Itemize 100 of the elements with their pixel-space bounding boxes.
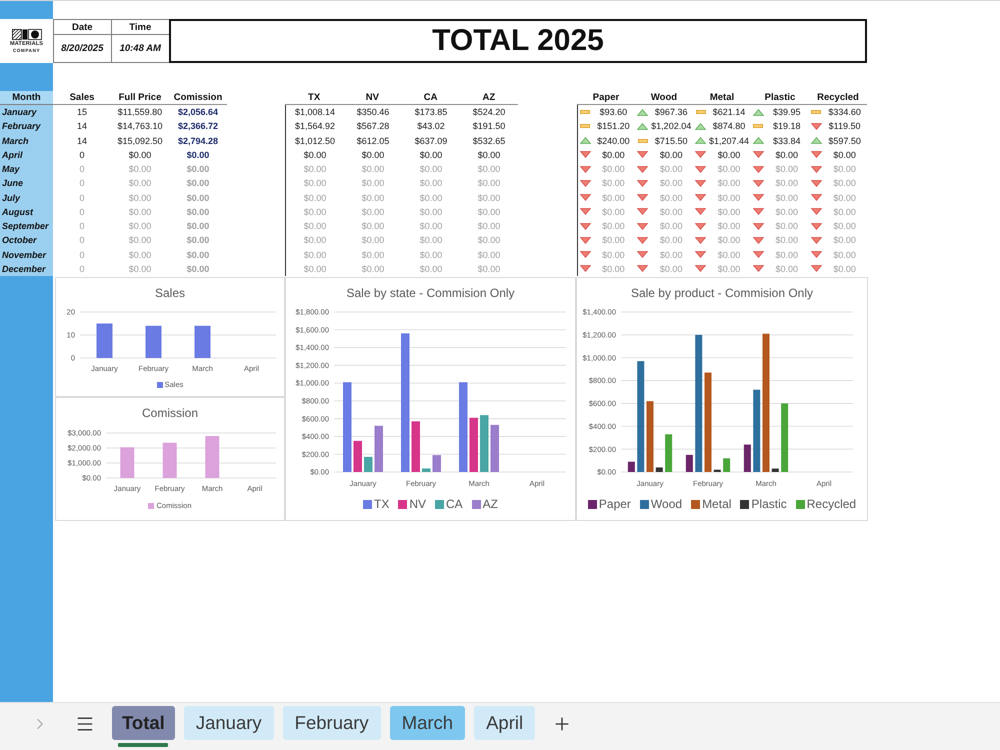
table-cell-text: $0.00 — [774, 178, 800, 188]
row-label: November — [0, 248, 53, 262]
sheet-tab[interactable]: Total — [112, 706, 175, 740]
table-cell-text: 14 — [76, 120, 88, 134]
table-cell-text: $0.00 — [774, 206, 800, 217]
row-label: December — [0, 262, 53, 276]
table-cell-text: $0.00 — [302, 206, 328, 219]
down-triangle-icon — [580, 180, 590, 187]
chart-bar — [781, 403, 788, 472]
down-triangle-icon — [580, 265, 590, 272]
table-cell-text: $0.00 — [601, 164, 626, 174]
table-cell-text: $0.00 — [601, 264, 626, 274]
column-header: Time — [112, 20, 169, 35]
table-cell-text: 0 — [78, 220, 86, 234]
table-cell-text: $0.00 — [658, 164, 684, 174]
up-triangle-icon — [810, 137, 822, 144]
chart-bar — [96, 324, 112, 358]
sheet-tab[interactable]: February — [282, 706, 381, 740]
table-cell-text: $0.00 — [418, 163, 444, 176]
table-cell-text: $0.00 — [601, 206, 626, 217]
down-triangle-icon — [637, 222, 648, 230]
table-cell-text: $0.00 — [128, 206, 152, 219]
row-label: March — [0, 134, 53, 148]
sheet-tab[interactable]: April — [474, 706, 536, 740]
table-cell-text: $151.20 — [596, 121, 631, 132]
down-triangle-icon — [580, 166, 590, 173]
up-triangle-icon — [752, 108, 764, 116]
table-cell-text: $0.00 — [658, 264, 684, 274]
table-cell-text: $0.00 — [360, 248, 386, 262]
chart-bar — [354, 440, 362, 472]
table-cell-text: $0.00 — [418, 192, 444, 205]
table-cell-text: $11,559.80 — [116, 106, 164, 120]
table-cell-text: $0.00 — [418, 177, 444, 190]
table-cell-text: $0.00 — [658, 192, 684, 203]
table-cell-text: $0.00 — [418, 206, 444, 219]
down-triangle-icon — [752, 151, 764, 158]
down-triangle-icon — [810, 236, 822, 244]
table-cell-text: $967.36 — [654, 107, 688, 118]
legend-label: Paper — [598, 497, 631, 512]
table-cell-text: $0.00 — [302, 220, 328, 234]
table-cell-text: 0 — [78, 206, 86, 219]
table-cell-text: $0.00 — [302, 177, 328, 190]
table-cell-text: $0.00 — [476, 192, 502, 205]
table-cell-text: $637.09 — [414, 134, 448, 148]
table-cell-text: $0.00 — [774, 192, 800, 203]
table-cell-text: $0.00 — [476, 234, 502, 248]
table-cell-text: 0 — [78, 148, 86, 162]
table-cell-text: $0.00 — [360, 234, 386, 248]
down-triangle-icon — [810, 194, 822, 202]
column-header: Plastic — [764, 91, 796, 104]
table-cell-text: 0 — [78, 248, 86, 262]
table-cell-text: $0.00 — [186, 192, 210, 205]
row-label: May — [0, 162, 53, 176]
table-cell-text: $0.00 — [476, 220, 502, 234]
chart-bar — [205, 436, 220, 478]
table-cell-text: $597.50 — [827, 136, 862, 146]
table-cell-text: $15,092.50 — [116, 134, 164, 148]
legend-label: NV — [409, 497, 426, 512]
down-triangle-icon — [752, 194, 764, 202]
chart-bar — [714, 470, 721, 472]
down-triangle-icon — [580, 208, 590, 216]
table-cell-text: $0.00 — [418, 148, 444, 162]
chart-bar — [744, 444, 751, 472]
table-cell-text: $1,207.44 — [708, 136, 750, 146]
down-triangle-icon — [752, 166, 764, 173]
down-triangle-icon — [580, 151, 590, 158]
table-cell-text: $0.00 — [186, 177, 210, 190]
down-triangle-icon — [580, 222, 590, 230]
column-header: Sales — [68, 91, 96, 104]
sheet-title: TOTAL 2025 — [169, 19, 867, 63]
down-triangle-icon — [752, 265, 764, 272]
down-triangle-icon — [637, 194, 648, 202]
table-cell-text: $524.20 — [472, 106, 506, 120]
sheet-tab[interactable]: March — [390, 706, 466, 740]
table-cell-text: $0.00 — [658, 221, 684, 232]
row-label: January — [0, 105, 53, 120]
table-cell-text: $0.00 — [601, 178, 626, 188]
column-header: Comission — [172, 91, 224, 104]
table-cell-text: $0.00 — [476, 177, 502, 190]
table-cell-text: $0.00 — [774, 235, 800, 246]
down-triangle-icon — [810, 265, 822, 272]
table-cell-text: $532.65 — [472, 134, 506, 148]
table-cell-text: 0 — [78, 192, 86, 205]
table-cell-text: $2,794.28 — [176, 134, 220, 148]
dash-icon — [753, 124, 764, 128]
column-header: Metal — [708, 91, 736, 104]
down-triangle-icon — [637, 180, 648, 187]
table-cell-text: $0.00 — [302, 148, 328, 162]
table-cell-text: $0.00 — [832, 235, 857, 246]
table-cell-text: $0.00 — [128, 148, 152, 162]
table-cell-text: $0.00 — [716, 150, 742, 160]
column-header: Month — [0, 91, 53, 105]
chart-bar — [194, 326, 210, 358]
down-triangle-icon — [695, 222, 706, 230]
table-cell-text: $0.00 — [128, 192, 152, 205]
sheet-tab[interactable]: January — [184, 706, 274, 740]
table-cell-text: $39.95 — [772, 107, 802, 118]
down-triangle-icon — [637, 151, 648, 158]
table-cell-text: $0.00 — [832, 150, 857, 160]
chart-bar — [412, 421, 420, 472]
